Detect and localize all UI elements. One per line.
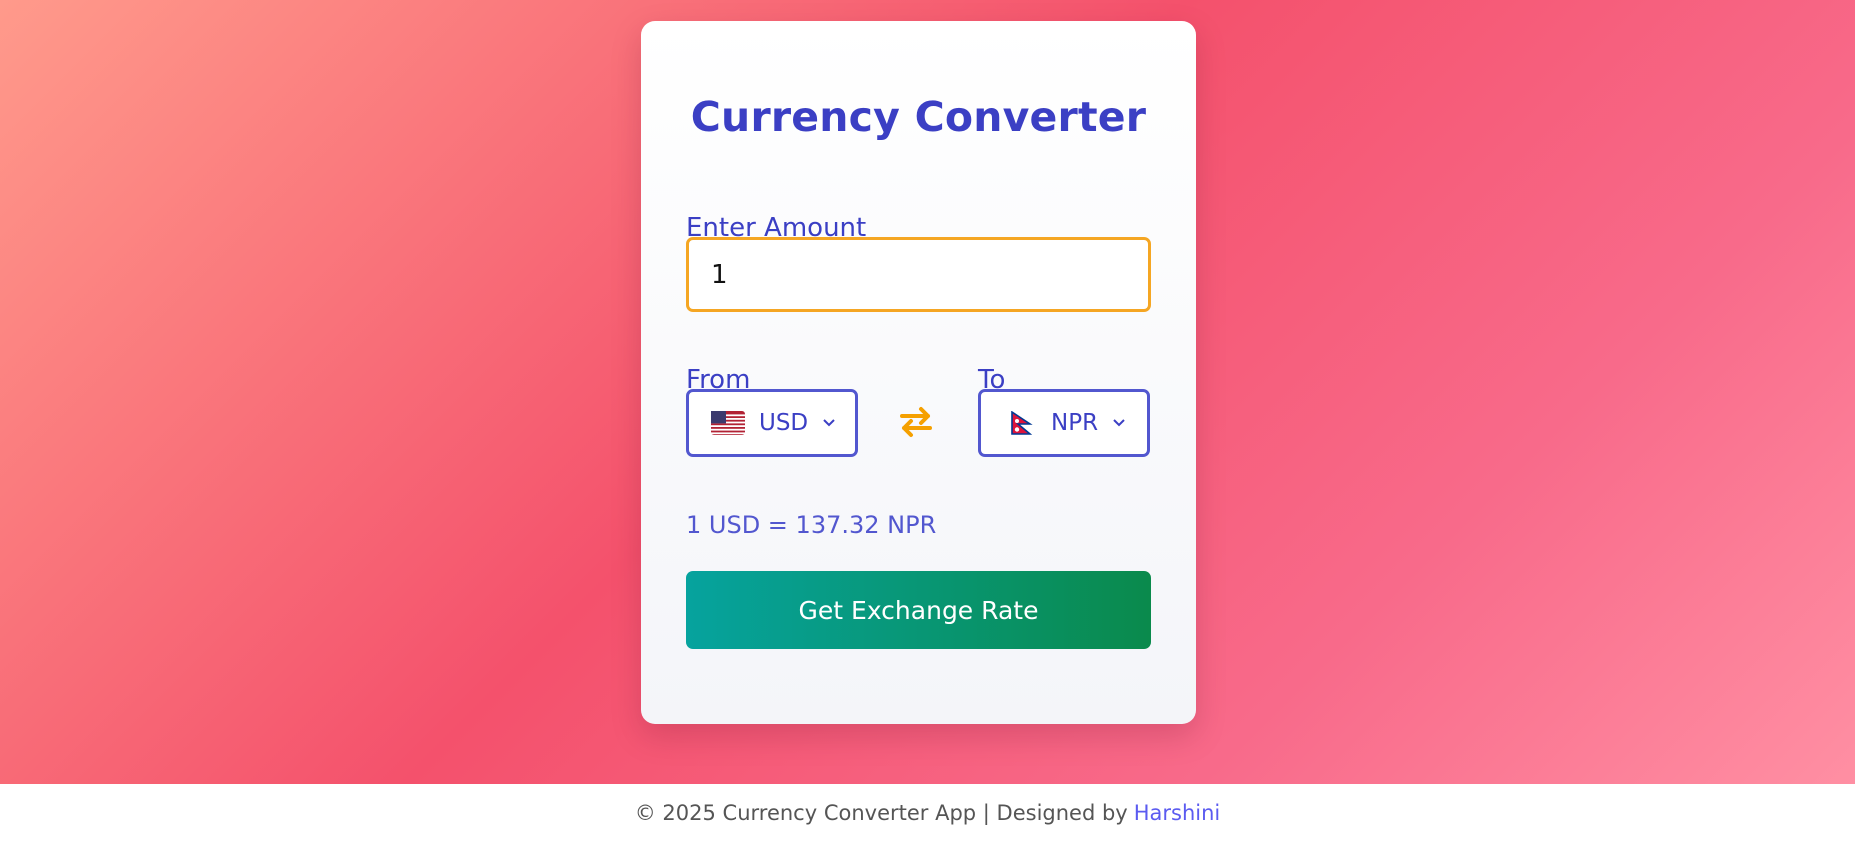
from-currency-value: USD (759, 410, 809, 436)
to-currency-select[interactable]: NPR (978, 389, 1150, 457)
chevron-down-icon (823, 419, 835, 427)
amount-input[interactable] (686, 237, 1151, 312)
us-flag-icon (711, 411, 745, 435)
page-title: Currency Converter (690, 93, 1147, 141)
swap-arrows-icon[interactable] (898, 405, 934, 439)
from-currency-select[interactable]: USD (686, 389, 858, 457)
get-exchange-rate-button[interactable]: Get Exchange Rate (686, 571, 1151, 649)
footer-text: © 2025 Currency Converter App | Designed… (634, 800, 1128, 825)
exchange-rate-result: 1 USD = 137.32 NPR (686, 511, 937, 539)
footer: © 2025 Currency Converter App | Designed… (0, 784, 1855, 841)
author-link[interactable]: Harshini (1134, 801, 1221, 825)
nepal-flag-icon (1011, 411, 1033, 435)
to-currency-value: NPR (1051, 410, 1099, 436)
converter-card: Currency Converter Enter Amount From USD… (641, 21, 1196, 724)
chevron-down-icon (1113, 419, 1125, 427)
